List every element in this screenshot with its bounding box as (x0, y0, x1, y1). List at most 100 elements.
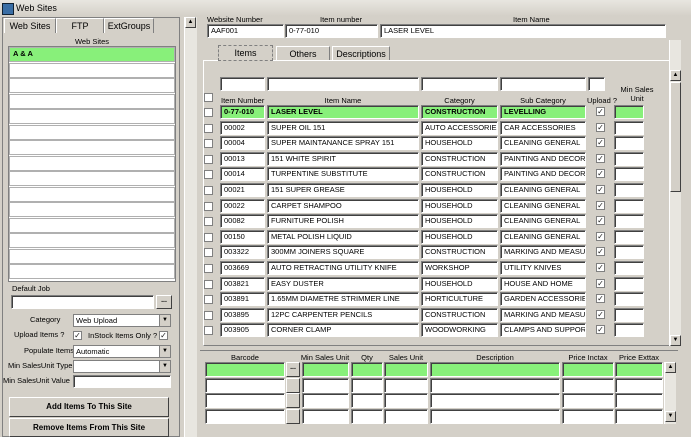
cell-price-exttax[interactable] (615, 408, 663, 424)
barcode-browse-button[interactable] (286, 408, 300, 424)
remove-items-button[interactable]: Remove Items From This Site (9, 418, 169, 437)
cell-item-number[interactable]: 0-77-010 (220, 105, 265, 119)
tab-ftp[interactable]: FTP (56, 18, 104, 33)
cell-sub-category[interactable]: CLEANING GENERAL (500, 183, 586, 197)
cell-category[interactable]: HOUSEHOLD (421, 214, 498, 229)
instock-checkbox[interactable]: ✓ (159, 331, 168, 340)
cell-price-exttax[interactable] (615, 362, 663, 377)
cell-sub-category[interactable]: CLEANING GENERAL (500, 214, 586, 229)
cell-sales-unit[interactable] (384, 362, 428, 377)
min-sales-value-field[interactable] (73, 375, 171, 388)
cell-sub-category[interactable]: GARDEN ACCESSORIES (500, 292, 586, 307)
row-select-checkbox[interactable] (204, 248, 213, 258)
cell-item-number[interactable]: 003895 (220, 307, 265, 322)
cell-qty[interactable] (351, 408, 383, 424)
default-job-browse-button[interactable]: ... (156, 295, 172, 309)
left-splitter-scrollbar[interactable] (184, 17, 197, 437)
barcode-browse-button[interactable] (286, 393, 300, 408)
row-select-checkbox[interactable] (204, 201, 213, 211)
upload-checkbox[interactable]: ✓ (596, 185, 605, 194)
upload-checkbox[interactable]: ✓ (596, 200, 605, 210)
cell-item-name[interactable]: LASER LEVEL (267, 105, 419, 119)
barcode-browse-button[interactable]: ... (286, 362, 300, 377)
cell-price-exttax[interactable] (615, 377, 663, 393)
filter-upload[interactable] (588, 77, 605, 91)
cell-min-sales-unit[interactable] (614, 261, 644, 275)
cell-sales-unit[interactable] (384, 393, 428, 408)
select-all-checkbox[interactable] (204, 93, 213, 102)
cell-item-name[interactable]: 12PC CARPENTER PENCILS (267, 307, 419, 322)
cell-category[interactable]: WORKSHOP (421, 261, 498, 275)
website-number-field[interactable]: AAF001 (207, 24, 284, 38)
row-select-checkbox[interactable] (204, 295, 213, 305)
cell-category[interactable]: CONSTRUCTION (421, 151, 498, 166)
cell-sub-category[interactable]: MARKING AND MEASURING (500, 245, 586, 260)
cell-sub-category[interactable]: CLEANING GENERAL (500, 136, 586, 151)
cell-category[interactable]: HOUSEHOLD (421, 136, 498, 151)
cell-item-number[interactable]: 003821 (220, 276, 265, 291)
cell-item-number[interactable]: 00022 (220, 198, 265, 213)
cell-qty[interactable] (351, 377, 383, 393)
scroll-down-icon[interactable]: ▼ (665, 411, 676, 422)
cell-item-number[interactable]: 00004 (220, 136, 265, 151)
cell-item-number[interactable]: 00013 (220, 151, 265, 166)
cell-category[interactable]: CONSTRUCTION (421, 245, 498, 260)
site-list-item[interactable] (9, 233, 175, 248)
upload-items-checkbox[interactable]: ✓ (73, 331, 82, 340)
site-list-item[interactable] (9, 171, 175, 186)
cell-price-inctax[interactable] (562, 362, 614, 377)
cell-item-name[interactable]: TURPENTINE SUBSTITUTE (267, 167, 419, 182)
upload-checkbox[interactable]: ✓ (596, 169, 605, 179)
site-list-item[interactable] (9, 124, 175, 140)
cell-barcode[interactable] (205, 362, 285, 377)
cell-category[interactable]: CONSTRUCTION (421, 105, 498, 119)
cell-min-sales-unit[interactable] (614, 105, 644, 119)
cell-category[interactable]: HOUSEHOLD (421, 183, 498, 197)
cell-bc-min-sales-unit[interactable] (302, 362, 349, 377)
add-items-button[interactable]: Add Items To This Site (9, 397, 169, 417)
upload-checkbox[interactable]: ✓ (596, 138, 605, 148)
cell-min-sales-unit[interactable] (614, 167, 644, 182)
cell-sub-category[interactable]: PAINTING AND DECORATING (500, 151, 586, 166)
site-list-item[interactable] (9, 202, 175, 217)
site-list-item[interactable] (9, 109, 175, 124)
row-select-checkbox[interactable] (204, 123, 213, 133)
row-select-checkbox[interactable] (204, 186, 213, 195)
barcode-browse-button[interactable] (286, 377, 300, 393)
row-select-checkbox[interactable] (204, 232, 213, 242)
upload-checkbox[interactable]: ✓ (596, 309, 605, 319)
cell-category[interactable]: CONSTRUCTION (421, 167, 498, 182)
cell-item-number[interactable]: 00021 (220, 183, 265, 197)
cell-sub-category[interactable]: PAINTING AND DECORATING (500, 167, 586, 182)
site-list-item[interactable] (9, 78, 175, 93)
site-list-item[interactable]: A & A (9, 47, 175, 62)
row-select-checkbox[interactable] (204, 108, 213, 117)
upload-checkbox[interactable]: ✓ (596, 153, 605, 163)
tab-others[interactable]: Others (276, 46, 330, 60)
cell-item-name[interactable]: SUPER MAINTANANCE SPRAY 151 (267, 136, 419, 151)
cell-sub-category[interactable]: HOUSE AND HOME (500, 276, 586, 291)
site-list-item[interactable] (9, 264, 175, 279)
cell-item-name[interactable]: SUPER OIL 151 (267, 120, 419, 135)
cell-item-number[interactable]: 003669 (220, 261, 265, 275)
upload-checkbox[interactable]: ✓ (596, 294, 605, 304)
cell-min-sales-unit[interactable] (614, 292, 644, 307)
filter-item-number[interactable] (220, 77, 265, 91)
cell-price-inctax[interactable] (562, 408, 614, 424)
upload-checkbox[interactable]: ✓ (596, 122, 605, 132)
site-list-item[interactable] (9, 62, 175, 78)
filter-item-name[interactable] (267, 77, 419, 91)
upload-checkbox[interactable]: ✓ (596, 263, 605, 272)
scroll-up-icon[interactable]: ▲ (665, 362, 676, 373)
cell-min-sales-unit[interactable] (614, 120, 644, 135)
scroll-thumb[interactable] (670, 82, 681, 192)
cell-category[interactable]: CONSTRUCTION (421, 307, 498, 322)
cell-sub-category[interactable]: LEVELLING (500, 105, 586, 119)
cell-item-name[interactable]: AUTO RETRACTING UTILITY KNIFE (267, 261, 419, 275)
cell-item-number[interactable]: 003322 (220, 245, 265, 260)
cell-min-sales-unit[interactable] (614, 214, 644, 229)
cell-category[interactable]: WOODWORKING (421, 323, 498, 338)
cell-item-number[interactable]: 00150 (220, 229, 265, 244)
cell-description[interactable] (430, 377, 560, 393)
cell-barcode[interactable] (205, 393, 285, 408)
